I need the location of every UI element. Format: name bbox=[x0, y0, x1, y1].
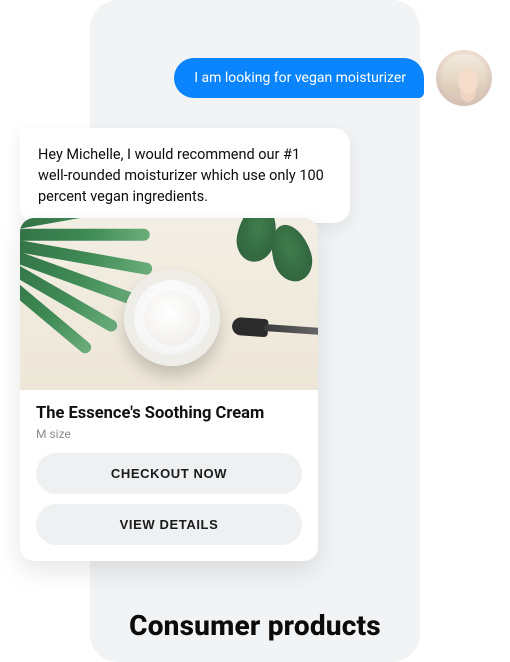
cream-jar-icon bbox=[124, 270, 220, 366]
product-body: The Essence's Soothing Cream M size CHEC… bbox=[20, 390, 318, 561]
bot-reply-bubble: Hey Michelle, I would recommend our #1 w… bbox=[20, 128, 350, 223]
user-message-bubble: I am looking for vegan moisturizer bbox=[174, 58, 424, 98]
view-details-button[interactable]: VIEW DETAILS bbox=[36, 504, 302, 545]
product-subtitle: M size bbox=[36, 427, 302, 441]
stage: I am looking for vegan moisturizer Hey M… bbox=[0, 0, 510, 662]
spatula-icon bbox=[231, 315, 318, 343]
product-title: The Essence's Soothing Cream bbox=[36, 404, 302, 423]
footer-headline: Consumer products bbox=[90, 609, 420, 642]
user-message-row: I am looking for vegan moisturizer bbox=[174, 50, 492, 106]
product-card[interactable]: The Essence's Soothing Cream M size CHEC… bbox=[20, 218, 318, 561]
product-image bbox=[20, 218, 318, 390]
user-avatar[interactable] bbox=[436, 50, 492, 106]
checkout-button[interactable]: CHECKOUT NOW bbox=[36, 453, 302, 494]
